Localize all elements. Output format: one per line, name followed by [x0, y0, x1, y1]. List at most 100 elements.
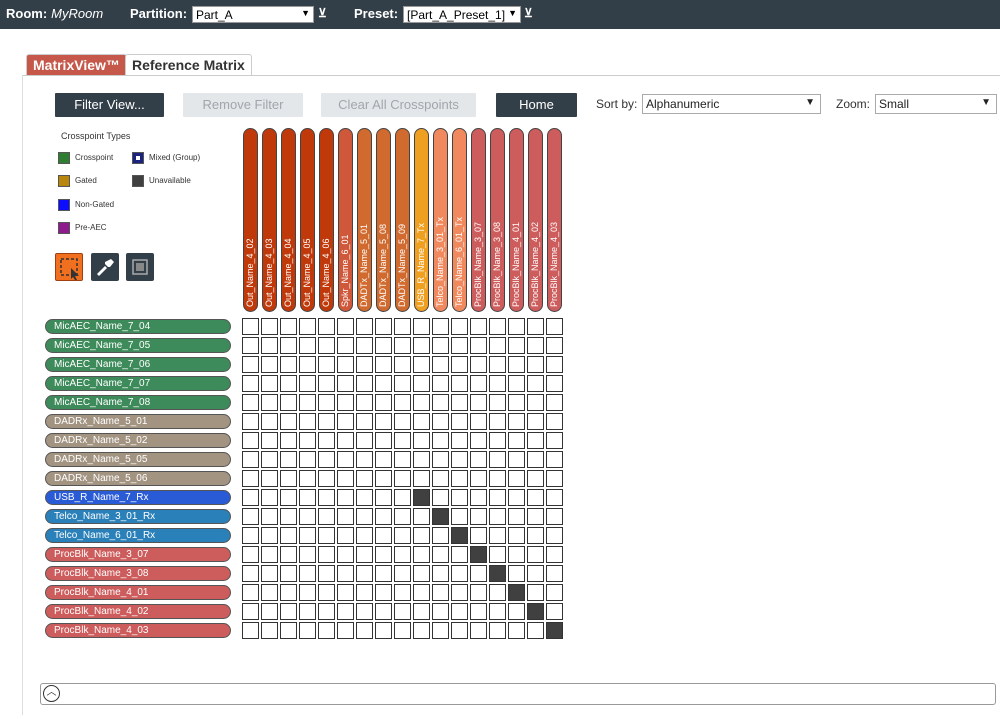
crosspoint-cell[interactable]: [413, 432, 430, 449]
crosspoint-cell[interactable]: [489, 508, 506, 525]
column-header[interactable]: ProcBlk_Name_4_01: [509, 128, 524, 312]
crosspoint-cell[interactable]: [451, 432, 468, 449]
column-header[interactable]: Telco_Name_6_01_Tx: [452, 128, 467, 312]
crosspoint-cell[interactable]: [242, 451, 259, 468]
crosspoint-cell[interactable]: [375, 489, 392, 506]
crosspoint-cell[interactable]: [261, 356, 278, 373]
crosspoint-cell-unavailable[interactable]: [527, 603, 544, 620]
crosspoint-cell[interactable]: [527, 394, 544, 411]
crosspoint-cell[interactable]: [470, 603, 487, 620]
crosspoint-cell[interactable]: [546, 432, 563, 449]
crosspoint-cell[interactable]: [261, 546, 278, 563]
row-header[interactable]: DADRx_Name_5_06: [45, 471, 231, 486]
crosspoint-cell[interactable]: [242, 432, 259, 449]
crosspoint-cell[interactable]: [299, 489, 316, 506]
row-header[interactable]: Telco_Name_3_01_Rx: [45, 509, 231, 524]
crosspoint-cell-unavailable[interactable]: [508, 584, 525, 601]
crosspoint-cell[interactable]: [413, 413, 430, 430]
crosspoint-cell[interactable]: [242, 318, 259, 335]
crosspoint-cell[interactable]: [261, 527, 278, 544]
row-header[interactable]: ProcBlk_Name_4_01: [45, 585, 231, 600]
column-header[interactable]: ProcBlk_Name_4_03: [547, 128, 562, 312]
crosspoint-cell[interactable]: [318, 622, 335, 639]
column-header[interactable]: Out_Name_4_05: [300, 128, 315, 312]
crosspoint-cell[interactable]: [489, 527, 506, 544]
column-header[interactable]: ProcBlk_Name_3_08: [490, 128, 505, 312]
crosspoint-cell[interactable]: [451, 508, 468, 525]
crosspoint-cell[interactable]: [318, 603, 335, 620]
crosspoint-cell[interactable]: [451, 375, 468, 392]
crosspoint-cell[interactable]: [489, 470, 506, 487]
clear-crosspoints-button[interactable]: Clear All Crosspoints: [321, 93, 476, 117]
crosspoint-cell[interactable]: [489, 375, 506, 392]
crosspoint-cell[interactable]: [432, 470, 449, 487]
crosspoint-cell[interactable]: [413, 394, 430, 411]
crosspoint-cell[interactable]: [299, 318, 316, 335]
crosspoint-cell[interactable]: [432, 337, 449, 354]
crosspoint-cell[interactable]: [375, 337, 392, 354]
crosspoint-cell[interactable]: [470, 432, 487, 449]
crosspoint-cell[interactable]: [470, 356, 487, 373]
crosspoint-cell[interactable]: [261, 375, 278, 392]
crosspoint-cell[interactable]: [356, 546, 373, 563]
crosspoint-cell[interactable]: [337, 508, 354, 525]
crosspoint-cell[interactable]: [527, 432, 544, 449]
crosspoint-cell[interactable]: [261, 413, 278, 430]
crosspoint-cell[interactable]: [375, 318, 392, 335]
crosspoint-cell[interactable]: [413, 470, 430, 487]
crosspoint-cell[interactable]: [394, 432, 411, 449]
crosspoint-cell[interactable]: [299, 622, 316, 639]
crosspoint-cell[interactable]: [318, 546, 335, 563]
crosspoint-cell[interactable]: [451, 470, 468, 487]
crosspoint-cell[interactable]: [242, 508, 259, 525]
crosspoint-cell[interactable]: [546, 603, 563, 620]
crosspoint-cell[interactable]: [299, 508, 316, 525]
crosspoint-cell[interactable]: [261, 565, 278, 582]
crosspoint-cell[interactable]: [546, 565, 563, 582]
crosspoint-cell[interactable]: [299, 356, 316, 373]
crosspoint-cell[interactable]: [489, 451, 506, 468]
column-header[interactable]: Out_Name_4_04: [281, 128, 296, 312]
crosspoint-cell[interactable]: [470, 584, 487, 601]
crosspoint-cell[interactable]: [394, 375, 411, 392]
crosspoint-cell[interactable]: [508, 527, 525, 544]
crosspoint-cell[interactable]: [508, 337, 525, 354]
crosspoint-cell[interactable]: [489, 318, 506, 335]
crosspoint-cell[interactable]: [318, 584, 335, 601]
crosspoint-cell[interactable]: [432, 318, 449, 335]
crosspoint-cell[interactable]: [432, 527, 449, 544]
remove-filter-button[interactable]: Remove Filter: [183, 93, 303, 117]
crosspoint-cell[interactable]: [242, 337, 259, 354]
crosspoint-cell[interactable]: [318, 413, 335, 430]
crosspoint-cell[interactable]: [394, 546, 411, 563]
crosspoint-cell[interactable]: [432, 565, 449, 582]
crosspoint-cell[interactable]: [508, 318, 525, 335]
crosspoint-cell[interactable]: [508, 394, 525, 411]
crosspoint-cell[interactable]: [489, 622, 506, 639]
crosspoint-cell[interactable]: [280, 356, 297, 373]
crosspoint-cell[interactable]: [318, 432, 335, 449]
crosspoint-cell[interactable]: [356, 584, 373, 601]
crosspoint-cell[interactable]: [375, 470, 392, 487]
crosspoint-cell[interactable]: [413, 356, 430, 373]
crosspoint-cell[interactable]: [451, 394, 468, 411]
crosspoint-cell[interactable]: [508, 432, 525, 449]
crosspoint-cell-unavailable[interactable]: [432, 508, 449, 525]
crosspoint-cell[interactable]: [261, 337, 278, 354]
crosspoint-cell[interactable]: [318, 489, 335, 506]
crosspoint-cell[interactable]: [337, 356, 354, 373]
crosspoint-cell[interactable]: [242, 470, 259, 487]
crosspoint-cell[interactable]: [261, 584, 278, 601]
crosspoint-cell[interactable]: [546, 451, 563, 468]
crosspoint-cell[interactable]: [261, 394, 278, 411]
column-header[interactable]: Out_Name_4_06: [319, 128, 334, 312]
crosspoint-cell[interactable]: [508, 603, 525, 620]
crosspoint-cell[interactable]: [242, 356, 259, 373]
crosspoint-cell[interactable]: [337, 527, 354, 544]
crosspoint-cell[interactable]: [356, 318, 373, 335]
crosspoint-cell[interactable]: [527, 489, 544, 506]
crosspoint-cell[interactable]: [508, 356, 525, 373]
crosspoint-cell[interactable]: [508, 565, 525, 582]
crosspoint-cell[interactable]: [413, 546, 430, 563]
crosspoint-cell[interactable]: [470, 622, 487, 639]
